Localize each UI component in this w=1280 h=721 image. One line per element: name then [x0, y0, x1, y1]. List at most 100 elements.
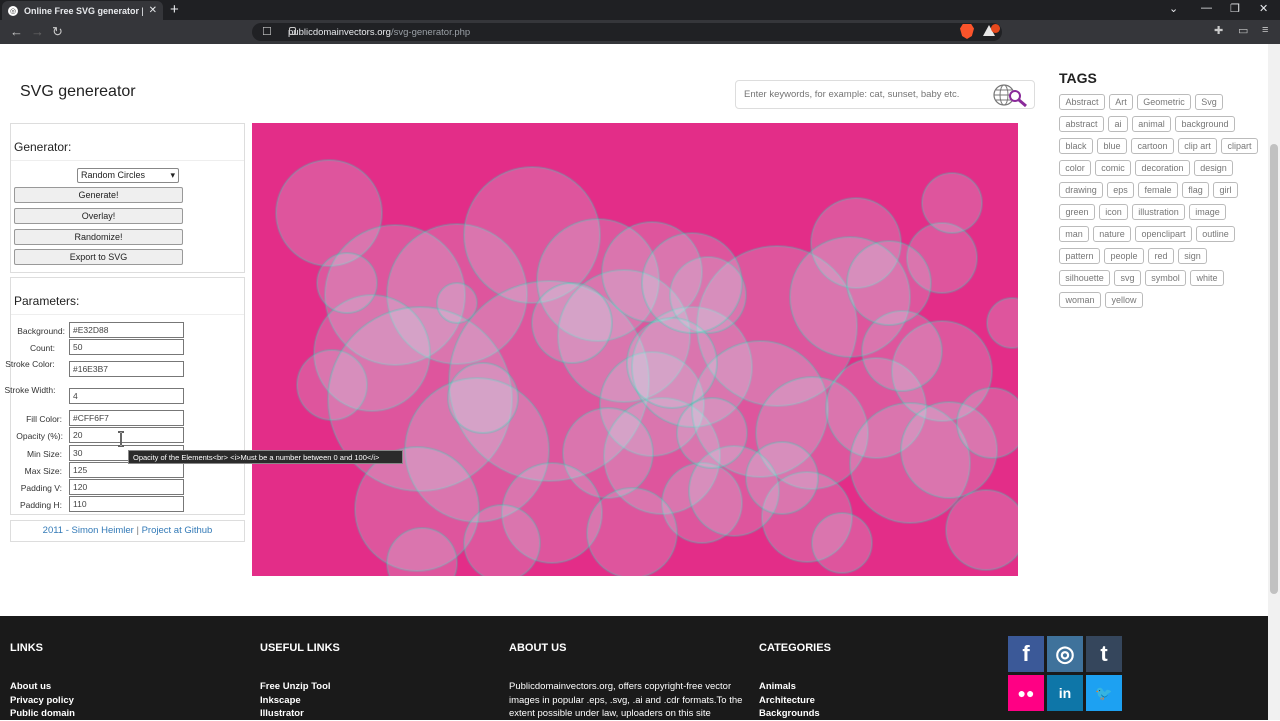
background-input[interactable]: #E32D88 [69, 322, 184, 338]
menu-icon[interactable]: ≡ [1262, 24, 1268, 36]
illustrator-link[interactable]: Illustrator [260, 707, 340, 721]
tumblr-icon[interactable]: t [1086, 636, 1122, 672]
tag-yellow[interactable]: yellow [1105, 292, 1143, 308]
tag-color[interactable]: color [1059, 160, 1091, 176]
generated-circle [463, 504, 541, 576]
tab-close-icon[interactable]: ✕ [149, 5, 157, 16]
tag-girl[interactable]: girl [1213, 182, 1238, 198]
bookmark-icon[interactable]: ☐ [262, 25, 272, 38]
padding-h-label: Padding H: [19, 500, 62, 510]
tag-comic[interactable]: comic [1095, 160, 1131, 176]
tag-blue[interactable]: blue [1097, 138, 1127, 154]
padding-h-input[interactable]: 110 [69, 496, 184, 512]
stroke-width-input[interactable]: 4 [69, 388, 184, 404]
padding-v-input[interactable]: 120 [69, 479, 184, 495]
reload-button[interactable]: ↻ [52, 24, 63, 40]
tag-outline[interactable]: outline [1196, 226, 1235, 242]
tag-clipart[interactable]: clipart [1221, 138, 1258, 154]
url-path: /svg-generator.php [390, 26, 471, 38]
generator-type-select[interactable]: Random Circles [77, 168, 179, 183]
tag-image[interactable]: image [1189, 204, 1226, 220]
overlay-button[interactable]: Overlay! [14, 208, 183, 224]
tag-man[interactable]: man [1059, 226, 1089, 242]
new-tab-button[interactable]: + [170, 1, 179, 19]
tag-abstract[interactable]: abstract [1059, 116, 1104, 132]
tag-drawing[interactable]: drawing [1059, 182, 1103, 198]
text-cursor-icon [118, 431, 124, 447]
flickr-icon[interactable]: ●● [1008, 675, 1044, 711]
minimize-button[interactable]: — [1201, 2, 1212, 14]
tag-geometric[interactable]: Geometric [1137, 94, 1191, 110]
stroke-color-input[interactable]: #16E3B7 [69, 361, 184, 377]
svg-output-canvas[interactable] [252, 123, 1018, 576]
browser-tab[interactable]: ◎ Online Free SVG generator | Publi ✕ [2, 1, 163, 20]
tag-symbol[interactable]: symbol [1145, 270, 1186, 286]
tag-female[interactable]: female [1138, 182, 1178, 198]
tag-eps[interactable]: eps [1107, 182, 1134, 198]
tag-svg[interactable]: Svg [1195, 94, 1223, 110]
tag-art[interactable]: Art [1109, 94, 1133, 110]
lock-icon[interactable] [289, 27, 296, 35]
tag-silhouette[interactable]: silhouette [1059, 270, 1110, 286]
generated-circle [436, 282, 478, 324]
generated-circle [641, 232, 743, 334]
tag-green[interactable]: green [1059, 204, 1095, 220]
tag-ai[interactable]: ai [1108, 116, 1128, 132]
fill-color-input[interactable]: #CFF6F7 [69, 410, 184, 426]
back-button[interactable]: ← [10, 24, 23, 40]
tag-animal[interactable]: animal [1132, 116, 1171, 132]
browser-tabbar: ◎ Online Free SVG generator | Publi ✕ + … [0, 0, 1280, 20]
unzip-tool-link[interactable]: Free Unzip Tool [260, 680, 340, 694]
linkedin-icon[interactable]: in [1047, 675, 1083, 711]
export-svg-button[interactable]: Export to SVG [14, 249, 183, 265]
forward-button[interactable]: → [31, 24, 44, 40]
tag-cartoon[interactable]: cartoon [1131, 138, 1174, 154]
url-host: publicdomainvectors.org [288, 26, 391, 38]
backgrounds-link[interactable]: Backgrounds [759, 707, 831, 721]
architecture-link[interactable]: Architecture [759, 694, 831, 708]
opacity-input[interactable]: 20 [69, 427, 184, 443]
tag-white[interactable]: white [1190, 270, 1224, 286]
inkscape-link[interactable]: Inkscape [260, 694, 340, 708]
tag-flag[interactable]: flag [1182, 182, 1209, 198]
tag-illustration[interactable]: illustration [1132, 204, 1185, 220]
tag-decoration[interactable]: decoration [1135, 160, 1190, 176]
tag-design[interactable]: design [1194, 160, 1233, 176]
tag-black[interactable]: black [1059, 138, 1093, 154]
tag-red[interactable]: red [1148, 248, 1174, 264]
maximize-button[interactable]: ❐ [1230, 2, 1240, 15]
tab-search-icon[interactable]: ⌄ [1169, 2, 1178, 15]
generate-button[interactable]: Generate! [14, 187, 183, 203]
randomize-button[interactable]: Randomize! [14, 229, 183, 245]
count-label: Count: [29, 343, 55, 353]
tag-nature[interactable]: nature [1093, 226, 1131, 242]
close-window-button[interactable]: ✕ [1259, 2, 1268, 15]
opacity-label: Opacity (%): [16, 431, 63, 441]
tag-openclipart[interactable]: openclipart [1135, 226, 1192, 242]
tag-people[interactable]: people [1104, 248, 1144, 264]
page-scrollbar[interactable] [1268, 44, 1280, 720]
search-globe-icon[interactable] [990, 83, 1028, 109]
count-input[interactable]: 50 [69, 339, 184, 355]
privacy-policy-link[interactable]: Privacy policy [10, 694, 75, 708]
tag-sign[interactable]: sign [1178, 248, 1207, 264]
public-domain-link[interactable]: Public domain [10, 707, 75, 721]
tag-clip-art[interactable]: clip art [1178, 138, 1217, 154]
tag-background[interactable]: background [1175, 116, 1235, 132]
about-us-link[interactable]: About us [10, 680, 75, 694]
github-link[interactable]: Project at Github [142, 525, 213, 536]
twitter-icon[interactable]: 🐦 [1086, 675, 1122, 711]
tag-svg[interactable]: svg [1114, 270, 1141, 286]
tag-abstract[interactable]: Abstract [1059, 94, 1105, 110]
facebook-icon[interactable]: f [1008, 636, 1044, 672]
instagram-icon[interactable]: ◎ [1047, 636, 1083, 672]
animals-link[interactable]: Animals [759, 680, 831, 694]
sidebar-icon[interactable]: ▭ [1238, 24, 1248, 37]
scrollbar-thumb[interactable] [1270, 144, 1278, 594]
extensions-icon[interactable]: ✚ [1214, 24, 1223, 37]
url-field[interactable]: publicdomainvectors.org/svg-generator.ph… [252, 23, 1002, 41]
tag-woman[interactable]: woman [1059, 292, 1101, 308]
tag-icon[interactable]: icon [1099, 204, 1128, 220]
author-link[interactable]: 2011 - Simon Heimler [43, 525, 134, 536]
tag-pattern[interactable]: pattern [1059, 248, 1100, 264]
